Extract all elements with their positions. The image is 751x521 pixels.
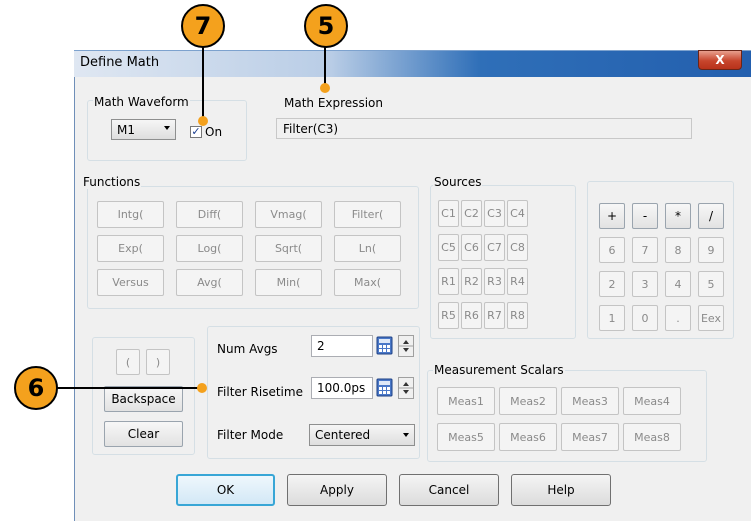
callout-pointer: [198, 116, 208, 126]
callout-leaders: [50, 45, 326, 389]
callout-pointer: [320, 83, 330, 93]
callout-badge-expression: 5: [304, 4, 348, 48]
callout-badge-enable: 7: [181, 4, 225, 48]
callout-pointer: [197, 383, 207, 393]
callout-badge-filter: 6: [14, 366, 58, 410]
